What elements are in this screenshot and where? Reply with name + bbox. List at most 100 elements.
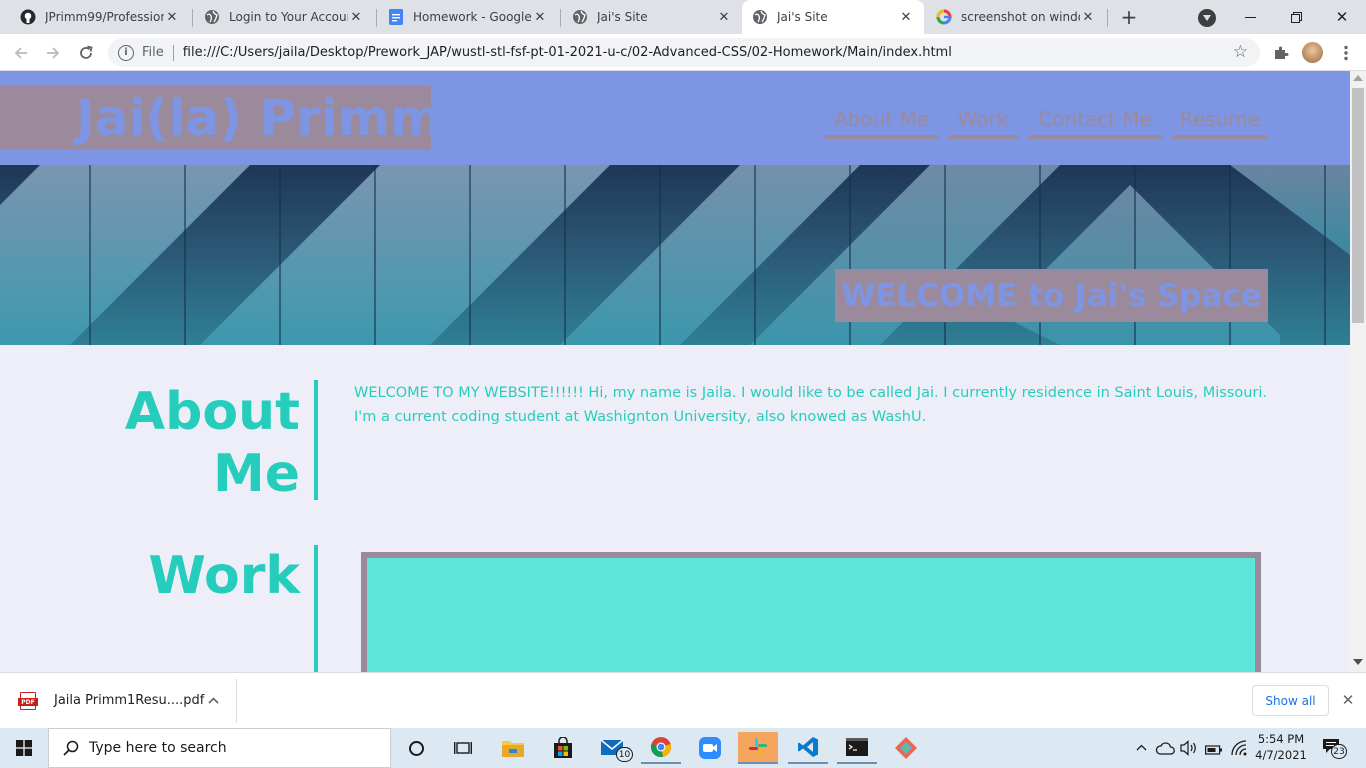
close-icon[interactable]: ✕	[716, 9, 732, 25]
action-center-icon[interactable]: 23	[1322, 738, 1347, 760]
omnibox-divider	[172, 44, 174, 61]
address-bar[interactable]: i File file:///C:/Users/jaila/Desktop/Pr…	[108, 38, 1260, 67]
tab-title: Jai's Site	[777, 10, 828, 24]
work-divider	[314, 545, 318, 672]
scheme-label: File	[142, 45, 164, 60]
battery-icon[interactable]	[1205, 741, 1223, 755]
scroll-down-icon[interactable]	[1353, 659, 1363, 665]
scrollbar-thumb[interactable]	[1352, 88, 1364, 323]
windows-start-icon[interactable]	[0, 728, 48, 768]
tab-separator	[560, 9, 561, 27]
wifi-icon[interactable]	[1230, 740, 1248, 756]
tab-github[interactable]: JPrimm99/Professional ✕	[10, 0, 190, 34]
restore-icon[interactable]	[1282, 6, 1310, 28]
close-icon[interactable]: ✕	[1080, 9, 1096, 25]
tab-title: Login to Your Account	[229, 10, 348, 24]
mail-icon[interactable]: 10	[593, 732, 633, 764]
scroll-up-icon[interactable]	[1353, 75, 1363, 81]
tab-login[interactable]: Login to Your Account ✕	[194, 0, 374, 34]
nav-contact-me[interactable]: Contact Me	[1028, 103, 1162, 139]
git-gui-icon[interactable]	[886, 732, 926, 764]
work-heading: Work	[148, 546, 300, 606]
file-explorer-icon[interactable]	[493, 732, 533, 764]
chrome-icon[interactable]	[641, 732, 681, 764]
nav-work[interactable]: Work	[948, 103, 1018, 139]
back-arrow-icon[interactable]	[8, 40, 34, 66]
mail-badge: 10	[616, 747, 633, 762]
globe-icon	[752, 9, 768, 25]
tab-google-docs[interactable]: Homework - Google D ✕	[378, 0, 558, 34]
tab-google-search[interactable]: screenshot on window ✕	[926, 0, 1106, 34]
tab-title: Jai's Site	[597, 10, 648, 24]
terminal-icon[interactable]	[837, 732, 877, 764]
github-icon	[20, 9, 36, 25]
work-project-card[interactable]	[361, 552, 1261, 672]
globe-icon	[572, 9, 588, 25]
notification-count-badge: 23	[1331, 744, 1347, 759]
taskbar-search-placeholder: Type here to search	[89, 740, 227, 756]
task-view-icon[interactable]	[443, 732, 483, 764]
taskbar-search-box[interactable]: Type here to search	[48, 728, 391, 768]
windows-taskbar: Type here to search 10 5:54 PM 4/7/2021 …	[0, 728, 1366, 768]
tab-separator	[1107, 9, 1108, 27]
clock-date: 4/7/2021	[1255, 748, 1307, 762]
pdf-file-icon: PDF	[18, 692, 38, 710]
profile-avatar[interactable]	[1302, 42, 1323, 63]
hero-image: WELCOME to Jai's Space	[0, 165, 1350, 345]
zoom-icon[interactable]	[690, 732, 730, 764]
tab-title: JPrimm99/Professional	[45, 10, 164, 24]
page-viewport: Jai(la) Primm About Me Work Contact Me R…	[0, 71, 1350, 672]
nav-about-me[interactable]: About Me	[825, 103, 938, 139]
site-header: Jai(la) Primm About Me Work Contact Me R…	[0, 71, 1350, 165]
forward-arrow-icon[interactable]	[40, 40, 66, 66]
new-tab-button[interactable]: +	[1116, 5, 1142, 29]
menu-kebab-icon[interactable]	[1333, 40, 1359, 66]
vscode-icon[interactable]	[788, 732, 828, 764]
about-text: WELCOME TO MY WEBSITE!!!!!! Hi, my name …	[354, 385, 1268, 425]
tab-separator	[192, 9, 193, 27]
close-download-bar-icon[interactable]: ✕	[1338, 690, 1358, 710]
nav-resume[interactable]: Resume	[1172, 103, 1268, 139]
hero-welcome-banner: WELCOME to Jai's Space	[835, 269, 1268, 322]
google-icon	[936, 9, 952, 25]
slack-icon[interactable]	[738, 732, 778, 764]
show-hidden-icons-chevron[interactable]	[1134, 740, 1148, 754]
volume-icon[interactable]	[1180, 740, 1198, 756]
tab-strip: JPrimm99/Professional ✕ Login to Your Ac…	[0, 0, 1366, 34]
tab-search-icon[interactable]	[1198, 9, 1216, 27]
globe-icon	[204, 9, 220, 25]
window-close-icon[interactable]: ✕	[1328, 6, 1356, 28]
site-title: Jai(la) Primm	[0, 86, 442, 150]
about-heading-line2: Me	[212, 444, 300, 504]
page-scrollbar[interactable]	[1350, 71, 1366, 672]
about-heading-line1: About	[124, 382, 300, 442]
download-file-name[interactable]: Jaila Primm1Resu....pdf	[54, 693, 204, 708]
chevron-up-icon[interactable]	[204, 691, 222, 709]
clock[interactable]: 5:54 PM 4/7/2021	[1254, 731, 1308, 763]
show-all-button[interactable]: Show all	[1252, 685, 1329, 716]
google-docs-icon	[388, 9, 404, 25]
bookmark-star-icon[interactable]: ☆	[1233, 43, 1248, 61]
tab-jais-site-active[interactable]: Jai's Site ✕	[742, 0, 924, 34]
url-text[interactable]: file:///C:/Users/jaila/Desktop/Prework_J…	[183, 45, 952, 60]
cortana-icon[interactable]	[396, 732, 436, 764]
clock-time: 5:54 PM	[1257, 732, 1305, 746]
extensions-puzzle-icon[interactable]	[1268, 40, 1294, 66]
close-icon[interactable]: ✕	[532, 9, 548, 25]
tab-title: screenshot on window	[961, 10, 1080, 24]
onedrive-cloud-icon[interactable]	[1155, 740, 1175, 756]
info-icon[interactable]: i	[118, 44, 134, 61]
minimize-icon[interactable]	[1236, 6, 1264, 28]
reload-icon[interactable]	[73, 40, 99, 66]
close-icon[interactable]: ✕	[898, 9, 914, 25]
close-icon[interactable]: ✕	[348, 9, 364, 25]
download-divider	[236, 679, 237, 723]
tab-separator	[376, 9, 377, 27]
microsoft-store-icon[interactable]	[543, 732, 583, 764]
tab-jais-site[interactable]: Jai's Site ✕	[562, 0, 742, 34]
tab-title: Homework - Google D	[413, 10, 532, 24]
close-icon[interactable]: ✕	[164, 9, 180, 25]
search-icon	[63, 740, 79, 756]
about-divider	[314, 380, 318, 500]
about-heading: About Me	[100, 381, 300, 505]
